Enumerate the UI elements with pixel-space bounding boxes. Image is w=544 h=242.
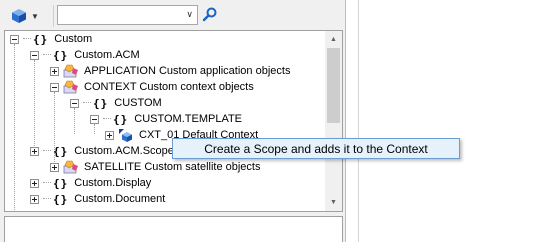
left-panel: ▼ ∨ {} Custom {} Custom.ACM APPLICATION …: [0, 0, 346, 242]
tree-node-custom-template[interactable]: {} CUSTOM.TEMPLATE: [90, 111, 242, 127]
object-class-icon: [63, 64, 78, 78]
tree-node-label: Custom.ACM.Scope: [74, 145, 174, 157]
tree-node-label: Custom.Document: [74, 193, 166, 205]
scrollbar-thumb[interactable]: [327, 48, 340, 123]
search-icon: [202, 7, 217, 22]
search-input[interactable]: [60, 7, 178, 23]
tree-node-satellite[interactable]: SATELLITE Custom satellite objects: [50, 159, 260, 175]
namespace-icon: {}: [93, 96, 109, 110]
object-type-dropdown-button[interactable]: ▼: [7, 6, 51, 26]
search-button[interactable]: [202, 6, 220, 24]
expand-toggle[interactable]: [50, 66, 59, 76]
right-area: [346, 0, 544, 242]
tree-connector: [14, 44, 15, 211]
tree-node-custom-document[interactable]: {} Custom.Document: [30, 191, 165, 207]
expand-toggle[interactable]: [30, 194, 39, 204]
expand-toggle[interactable]: [30, 178, 39, 188]
expand-toggle[interactable]: [50, 162, 59, 172]
collapse-toggle[interactable]: [10, 34, 19, 44]
namespace-icon: {}: [53, 176, 69, 190]
namespace-icon: {}: [53, 192, 69, 206]
tree-node-label: Custom.ACM: [74, 49, 140, 61]
expand-toggle[interactable]: [30, 146, 39, 156]
namespace-icon: {}: [33, 32, 49, 46]
collapse-toggle[interactable]: [70, 98, 79, 108]
tree-node-label: CUSTOM.TEMPLATE: [134, 113, 243, 125]
object-class-icon: [63, 160, 78, 174]
tree-node-label: CUSTOM: [114, 97, 162, 109]
chevron-down-icon: ▼: [31, 11, 39, 21]
toolbar: ▼ ∨: [0, 0, 346, 32]
context-menu-item-label: Create a Scope and adds it to the Contex…: [204, 141, 428, 156]
tree-node-application[interactable]: APPLICATION Custom application objects: [50, 63, 290, 79]
tree-node-custom-display[interactable]: {} Custom.Display: [30, 175, 151, 191]
context-object-icon: [119, 129, 132, 142]
collapse-toggle[interactable]: [50, 82, 59, 92]
vertical-scrollbar[interactable]: ▲ ▼: [325, 31, 342, 211]
tree-connector: [34, 60, 35, 150]
scroll-up-arrow-icon[interactable]: ▲: [325, 31, 342, 48]
tree-node-context[interactable]: CONTEXT Custom context objects: [50, 79, 254, 95]
tree-node-label: SATELLITE Custom satellite objects: [84, 161, 261, 173]
namespace-icon: {}: [53, 144, 69, 158]
search-combobox[interactable]: ∨: [57, 5, 198, 25]
tree-node-label: APPLICATION Custom application objects: [84, 65, 291, 77]
collapse-toggle[interactable]: [90, 114, 99, 124]
context-menu-item-create-scope[interactable]: Create a Scope and adds it to the Contex…: [172, 138, 460, 159]
tree-node-custom-acm[interactable]: {} Custom.ACM: [30, 47, 140, 63]
expand-toggle[interactable]: [105, 130, 114, 140]
tree-node-custom-acm-scope[interactable]: {} Custom.ACM.Scope: [30, 143, 174, 159]
toolbar-separator: [53, 5, 54, 27]
tree-node-custom[interactable]: {} Custom: [10, 31, 92, 47]
namespace-icon: {}: [113, 112, 129, 126]
pane-splitter[interactable]: [358, 0, 359, 242]
chevron-down-icon[interactable]: ∨: [186, 9, 193, 20]
collapse-toggle[interactable]: [30, 50, 39, 60]
namespace-icon: {}: [53, 48, 69, 62]
tree-node-label: Custom.Display: [74, 177, 152, 189]
object-class-icon: [63, 80, 78, 94]
cube-icon: [12, 9, 26, 23]
tree-node-custom-inner[interactable]: {} CUSTOM: [70, 95, 162, 111]
tree-view[interactable]: {} Custom {} Custom.ACM APPLICATION Cust…: [4, 30, 343, 212]
scroll-down-arrow-icon[interactable]: ▼: [325, 194, 342, 211]
tree-node-label: CONTEXT Custom context objects: [84, 81, 254, 93]
details-pane: [4, 216, 343, 242]
tree-connector: [74, 108, 75, 134]
tree-node-label: Custom: [54, 33, 93, 45]
